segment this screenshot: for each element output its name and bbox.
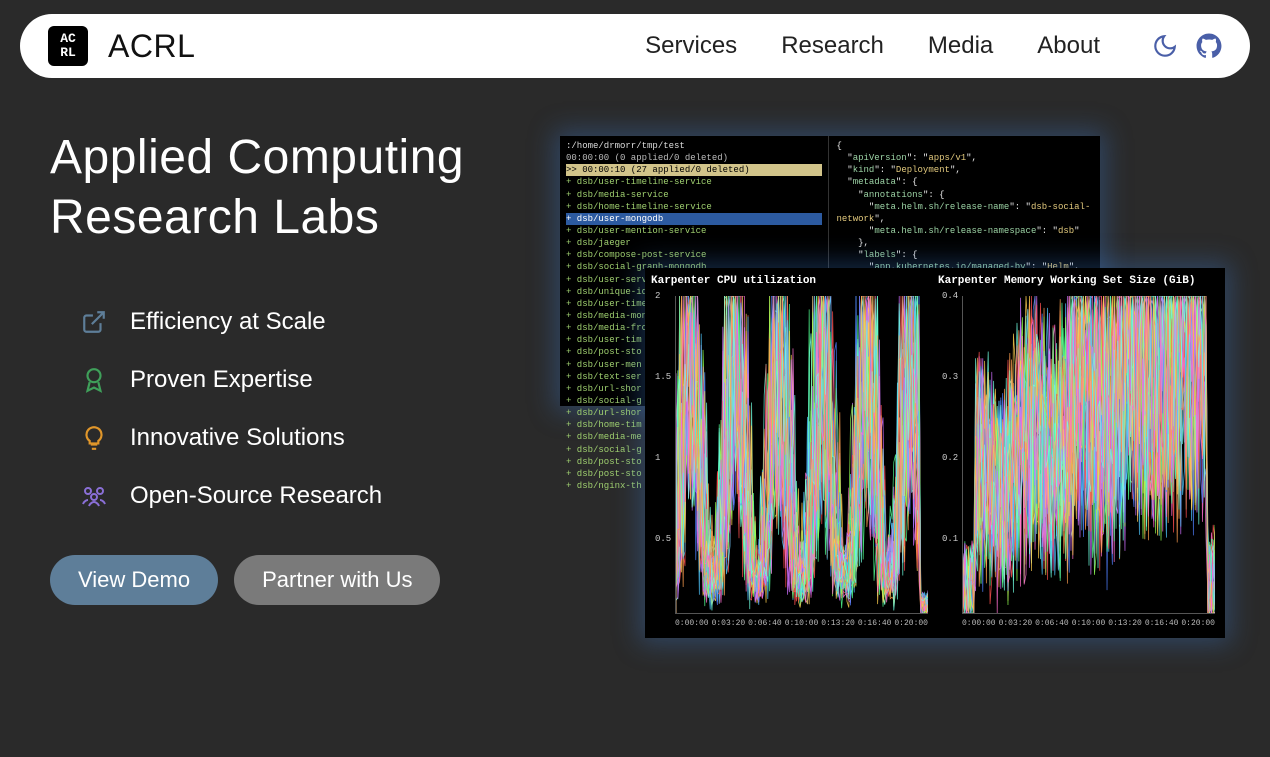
chart-xtick: 0:20:00 bbox=[894, 619, 928, 630]
chart-cpu-plot bbox=[675, 296, 928, 614]
nav-link-about[interactable]: About bbox=[1037, 32, 1100, 60]
terminal-path: :/home/drmorr/tmp/test bbox=[566, 140, 822, 152]
terminal-item: + dsb/user-mongodb bbox=[566, 213, 822, 225]
chart-xtick: 0:13:20 bbox=[821, 619, 855, 630]
json-labels: labels bbox=[864, 250, 896, 260]
chart-cpu-title: Karpenter CPU utilization bbox=[651, 274, 932, 289]
people-icon bbox=[80, 482, 108, 510]
chart-xtick: 0:20:00 bbox=[1181, 619, 1215, 630]
chart-xtick: 0:06:40 bbox=[1035, 619, 1069, 630]
terminal-item: + dsb/compose-post-service bbox=[566, 249, 822, 261]
chart-ytick: 0.1 bbox=[942, 533, 958, 545]
json-key: meta.helm.sh/release-namespace bbox=[874, 226, 1036, 236]
chart-memory: Karpenter Memory Working Set Size (GiB) … bbox=[938, 274, 1219, 632]
chart-memory-plot bbox=[962, 296, 1215, 614]
chart-xtick: 0:00:00 bbox=[962, 619, 996, 630]
hero-title: Applied Computing Research Labs bbox=[50, 128, 550, 248]
award-icon bbox=[80, 366, 108, 394]
lightbulb-icon bbox=[80, 424, 108, 452]
hero-title-line2: Research Labs bbox=[50, 191, 379, 244]
terminal-item: + dsb/media-service bbox=[566, 189, 822, 201]
nav-link-research[interactable]: Research bbox=[781, 32, 884, 60]
chart-ytick: 0.2 bbox=[942, 452, 958, 464]
hero-section: Applied Computing Research Labs Efficien… bbox=[0, 78, 1270, 605]
hero-title-line1: Applied Computing bbox=[50, 131, 464, 184]
logo-icon: ACRL bbox=[48, 26, 88, 66]
external-link-icon bbox=[80, 308, 108, 336]
chart-ytick: 2 bbox=[655, 290, 660, 302]
chart-xtick: 0:13:20 bbox=[1108, 619, 1142, 630]
json-key: meta.helm.sh/release-name bbox=[874, 202, 1009, 212]
brand-name: ACRL bbox=[108, 28, 195, 65]
feature-innovative: Innovative Solutions bbox=[80, 424, 550, 452]
partner-button[interactable]: Partner with Us bbox=[234, 555, 440, 605]
feature-efficiency: Efficiency at Scale bbox=[80, 308, 550, 336]
chart-cpu: Karpenter CPU utilization 2 1.5 1 0.5 0:00:… bbox=[651, 274, 932, 632]
feature-label: Efficiency at Scale bbox=[130, 308, 326, 336]
feature-label: Proven Expertise bbox=[130, 366, 313, 394]
terminal-item: + dsb/user-mention-service bbox=[566, 225, 822, 237]
feature-label: Innovative Solutions bbox=[130, 424, 345, 452]
chart-xtick: 0:10:00 bbox=[1072, 619, 1106, 630]
chart-ytick: 1.5 bbox=[655, 371, 671, 383]
charts-panel: Karpenter CPU utilization 2 1.5 1 0.5 0:00:… bbox=[645, 268, 1225, 638]
chart-xtick: 0:10:00 bbox=[785, 619, 819, 630]
github-icon[interactable] bbox=[1196, 33, 1222, 59]
chart-xtick: 0:03:20 bbox=[999, 619, 1033, 630]
chart-xtick: 0:16:40 bbox=[858, 619, 892, 630]
chart-xtick: 0:06:40 bbox=[748, 619, 782, 630]
json-metadata: metadata bbox=[853, 177, 896, 187]
chart-xtick: 0:03:20 bbox=[712, 619, 746, 630]
feature-expertise: Proven Expertise bbox=[80, 366, 550, 394]
nav-link-media[interactable]: Media bbox=[928, 32, 993, 60]
chart-memory-title: Karpenter Memory Working Set Size (GiB) bbox=[938, 274, 1219, 289]
feature-list: Efficiency at Scale Proven Expertise Inn… bbox=[80, 308, 550, 510]
chart-cpu-xaxis: 0:00:000:03:200:06:400:10:000:13:200:16:… bbox=[675, 619, 928, 630]
cta-buttons: View Demo Partner with Us bbox=[50, 555, 550, 605]
feature-label: Open-Source Research bbox=[130, 482, 382, 510]
json-annotations: annotations bbox=[864, 190, 923, 200]
moon-icon[interactable] bbox=[1152, 33, 1178, 59]
terminal-status-2: >> 00:00:10 (27 applied/0 deleted) bbox=[566, 164, 822, 176]
chart-ytick: 0.5 bbox=[655, 533, 671, 545]
view-demo-button[interactable]: View Demo bbox=[50, 555, 218, 605]
terminal-item: + dsb/jaeger bbox=[566, 237, 822, 249]
terminal-status-1: 00:00:00 (0 applied/0 deleted) bbox=[566, 152, 822, 164]
terminal-item: + dsb/home-timeline-service bbox=[566, 201, 822, 213]
json-val: dsb bbox=[1058, 226, 1074, 236]
json-apiversion: apps/v1 bbox=[928, 153, 966, 163]
chart-memory-xaxis: 0:00:000:03:200:06:400:10:000:13:200:16:… bbox=[962, 619, 1215, 630]
chart-ytick: 0.4 bbox=[942, 290, 958, 302]
chart-xtick: 0:16:40 bbox=[1145, 619, 1179, 630]
navbar: ACRL ACRL Services Research Media About bbox=[20, 14, 1250, 78]
chart-ytick: 1 bbox=[655, 452, 660, 464]
chart-ytick: 0.3 bbox=[942, 371, 958, 383]
hero-illustration: :/home/drmorr/tmp/test 00:00:00 (0 appli… bbox=[550, 128, 1230, 605]
terminal-item: + dsb/user-timeline-service bbox=[566, 176, 822, 188]
chart-xtick: 0:00:00 bbox=[675, 619, 709, 630]
nav-link-services[interactable]: Services bbox=[645, 32, 737, 60]
json-kind: Deployment bbox=[896, 165, 950, 175]
feature-opensource: Open-Source Research bbox=[80, 482, 550, 510]
